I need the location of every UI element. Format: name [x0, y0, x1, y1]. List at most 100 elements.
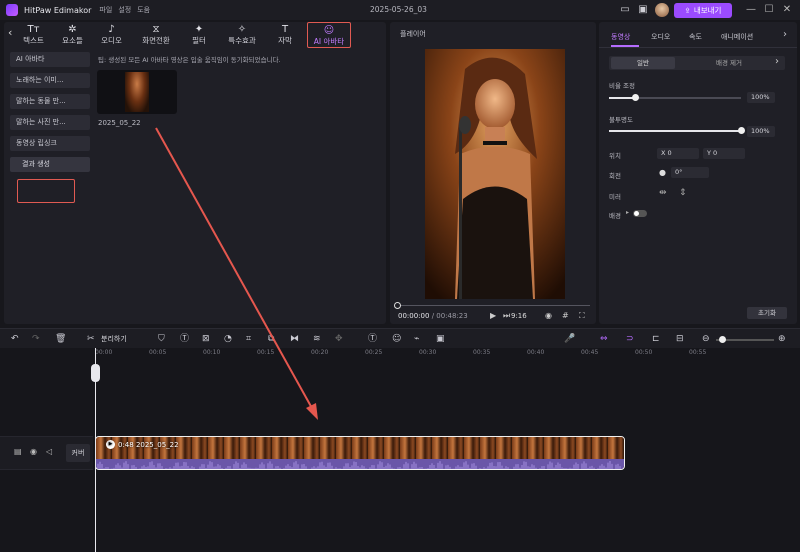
scrubber-handle[interactable] — [394, 302, 401, 309]
thumbnail-label: 2025_05_22 — [98, 119, 141, 127]
music-icon: ♪ — [108, 24, 115, 35]
sidebar-item-ai-avatar[interactable]: AI 아바타 — [10, 52, 90, 67]
chevron-left-icon[interactable]: ‹ — [8, 26, 12, 39]
mirror-vertical-icon[interactable]: ⇕ — [679, 188, 687, 198]
speed-icon[interactable]: ◔ — [224, 333, 232, 345]
zoom-in-icon[interactable]: ⊕ — [778, 333, 786, 345]
grid-icon[interactable]: # — [562, 311, 569, 320]
background-toggle[interactable] — [633, 210, 647, 217]
track-lock-icon[interactable]: ▤ — [14, 447, 22, 456]
mic-icon[interactable]: 🎤 — [564, 333, 575, 345]
notification-icon[interactable]: ▣ — [636, 3, 650, 17]
cover-button[interactable]: 커버 — [66, 444, 90, 462]
tab-ai-avatar[interactable]: ☺ AI 아바타 — [307, 22, 351, 48]
audio-tool-icon[interactable]: ⌁ — [414, 333, 419, 345]
adjust-icon[interactable]: ≋ — [313, 333, 321, 345]
video-clip[interactable]: ▶ 0:48 2025_05_22 — [95, 436, 625, 470]
sidebar-item-singing-image[interactable]: 노래하는 이미... — [10, 73, 90, 88]
player-label: 플레이어 — [400, 30, 426, 38]
aspect-ratio-select[interactable]: 9:16 — [511, 312, 527, 320]
scale-slider-handle[interactable] — [632, 94, 640, 101]
export-button[interactable]: ⇪ 내보내기 — [674, 3, 732, 18]
snapshot-icon[interactable]: ◉ — [545, 311, 552, 320]
opacity-slider-handle[interactable] — [738, 127, 745, 134]
chat-icon[interactable]: ▭ — [618, 3, 632, 17]
crop-icon[interactable]: ⌗ — [246, 333, 251, 345]
position-y-input[interactable]: Y 0 — [703, 148, 745, 159]
user-avatar[interactable] — [655, 3, 669, 17]
fit-icon[interactable]: ⊟ — [676, 333, 684, 345]
opacity-value[interactable]: 100% — [747, 126, 775, 137]
rotate-dial-icon[interactable]: ● — [659, 168, 666, 177]
maximize-icon[interactable]: ☐ — [762, 3, 776, 17]
minimize-icon[interactable]: — — [744, 3, 758, 17]
zoom-slider-handle[interactable] — [719, 336, 726, 343]
step-forward-icon[interactable]: ⏭ — [503, 311, 510, 321]
export-icon: ⇪ — [684, 6, 691, 15]
menu-settings[interactable]: 설정 — [118, 5, 131, 15]
play-icon[interactable]: ▶ — [490, 311, 496, 320]
timeline[interactable]: 00:00 00:05 00:10 00:15 00:20 00:25 00:30 00:35… — [0, 348, 800, 552]
subtab-general[interactable]: 일반 — [611, 57, 675, 69]
scale-value[interactable]: 100% — [747, 92, 775, 103]
fullscreen-icon[interactable]: ⛶ — [579, 311, 585, 321]
undo-icon[interactable]: ↶ — [11, 333, 19, 345]
snap-icon[interactable]: ⊏ — [652, 333, 660, 345]
redo-icon[interactable]: ↷ — [32, 333, 40, 345]
generated-video-thumbnail[interactable] — [97, 70, 177, 114]
menu-help[interactable]: 도움 — [137, 5, 150, 15]
mirror-icon[interactable]: ⧓ — [290, 333, 299, 345]
track-visibility-icon[interactable]: ◉ — [30, 447, 37, 456]
tab-transition[interactable]: ⧖ 화면전환 — [131, 22, 181, 48]
position-label: 위치 — [609, 152, 621, 160]
playhead-handle[interactable] — [91, 364, 100, 382]
video-preview[interactable] — [425, 49, 565, 299]
time-ruler[interactable]: 00:00 00:05 00:10 00:15 00:20 00:25 00:30 00:35… — [95, 348, 800, 360]
track-mute-icon[interactable]: ◁ — [46, 447, 52, 456]
tab-speed[interactable]: 속도 — [689, 32, 702, 42]
ruler-tick: 00:50 — [635, 349, 653, 356]
ratio-icon[interactable]: ⊠ — [202, 333, 210, 345]
close-icon[interactable]: ✕ — [780, 3, 794, 17]
time-display: 00:00:00 / 00:48:23 — [398, 312, 468, 320]
tab-elements[interactable]: ✲ 요소들 — [53, 22, 92, 48]
ruler-tick: 00:15 — [257, 349, 275, 356]
tab-video[interactable]: 동영상 — [611, 32, 630, 42]
playback-scrubber[interactable] — [398, 305, 590, 306]
move-icon[interactable]: ✥ — [335, 333, 343, 345]
menu-file[interactable]: 파일 — [99, 5, 112, 15]
chevron-right-icon[interactable]: › — [783, 29, 787, 40]
avatar-tool-icon[interactable]: ☺ — [392, 333, 401, 345]
position-x-input[interactable]: X 0 — [657, 148, 699, 159]
image-tool-icon[interactable]: ▣ — [436, 333, 445, 345]
sidebar-item-talking-animal[interactable]: 말하는 동물 만... — [10, 94, 90, 109]
text-box-icon[interactable]: Ⓣ — [180, 333, 189, 345]
scissors-icon[interactable]: ✂ — [87, 333, 95, 345]
reset-button[interactable]: 초기화 — [747, 307, 787, 319]
freeze-icon[interactable]: ⧉ — [268, 333, 274, 345]
timeline-toolbar: ↶ ↷ 🗑 ✂ 분리하기 ⛉ Ⓣ ⊠ ◔ ⌗ ⧉ ⧓ ≋ ✥ Ⓣ ☺ ⌁ ▣ 🎤… — [0, 328, 800, 348]
zoom-out-icon[interactable]: ⊖ — [702, 333, 710, 345]
tab-text[interactable]: Tт 텍스트 — [14, 22, 53, 48]
magnet-icon[interactable]: ⊃ — [626, 333, 634, 345]
shield-icon[interactable]: ⛉ — [158, 333, 165, 345]
mirror-horizontal-icon[interactable]: ⇹ — [659, 188, 667, 198]
tab-subtitle[interactable]: T 자막 — [267, 22, 303, 48]
sidebar-item-lipsync[interactable]: 동영상 립싱크 — [10, 136, 90, 151]
delete-icon[interactable]: 🗑 — [55, 333, 66, 345]
tab-animation[interactable]: 애니메이션 — [721, 32, 753, 42]
sidebar: AI 아바타 노래하는 이미... 말하는 동물 만... 말하는 사진 만..… — [10, 52, 90, 178]
tab-effects[interactable]: ✧ 특수효과 — [217, 22, 267, 48]
subtab-bg-remove[interactable]: 배경 제거 — [699, 57, 759, 69]
sidebar-item-talking-photo[interactable]: 말하는 사진 만... — [10, 115, 90, 130]
split-label[interactable]: 분리하기 — [101, 334, 127, 344]
tab-audio-props[interactable]: 오디오 — [651, 32, 670, 42]
chevron-right-icon[interactable]: › — [775, 56, 779, 67]
subtitle-gen-icon[interactable]: Ⓣ — [368, 333, 377, 345]
rotate-value[interactable]: 0° — [671, 167, 709, 178]
sidebar-item-results[interactable]: 결과 생성 — [10, 157, 90, 172]
ruler-tick: 00:10 — [203, 349, 221, 356]
link-icon[interactable]: ⇔ — [600, 333, 608, 345]
tab-audio[interactable]: ♪ 오디오 — [92, 22, 131, 48]
tab-filter[interactable]: ✦ 필터 — [181, 22, 217, 48]
